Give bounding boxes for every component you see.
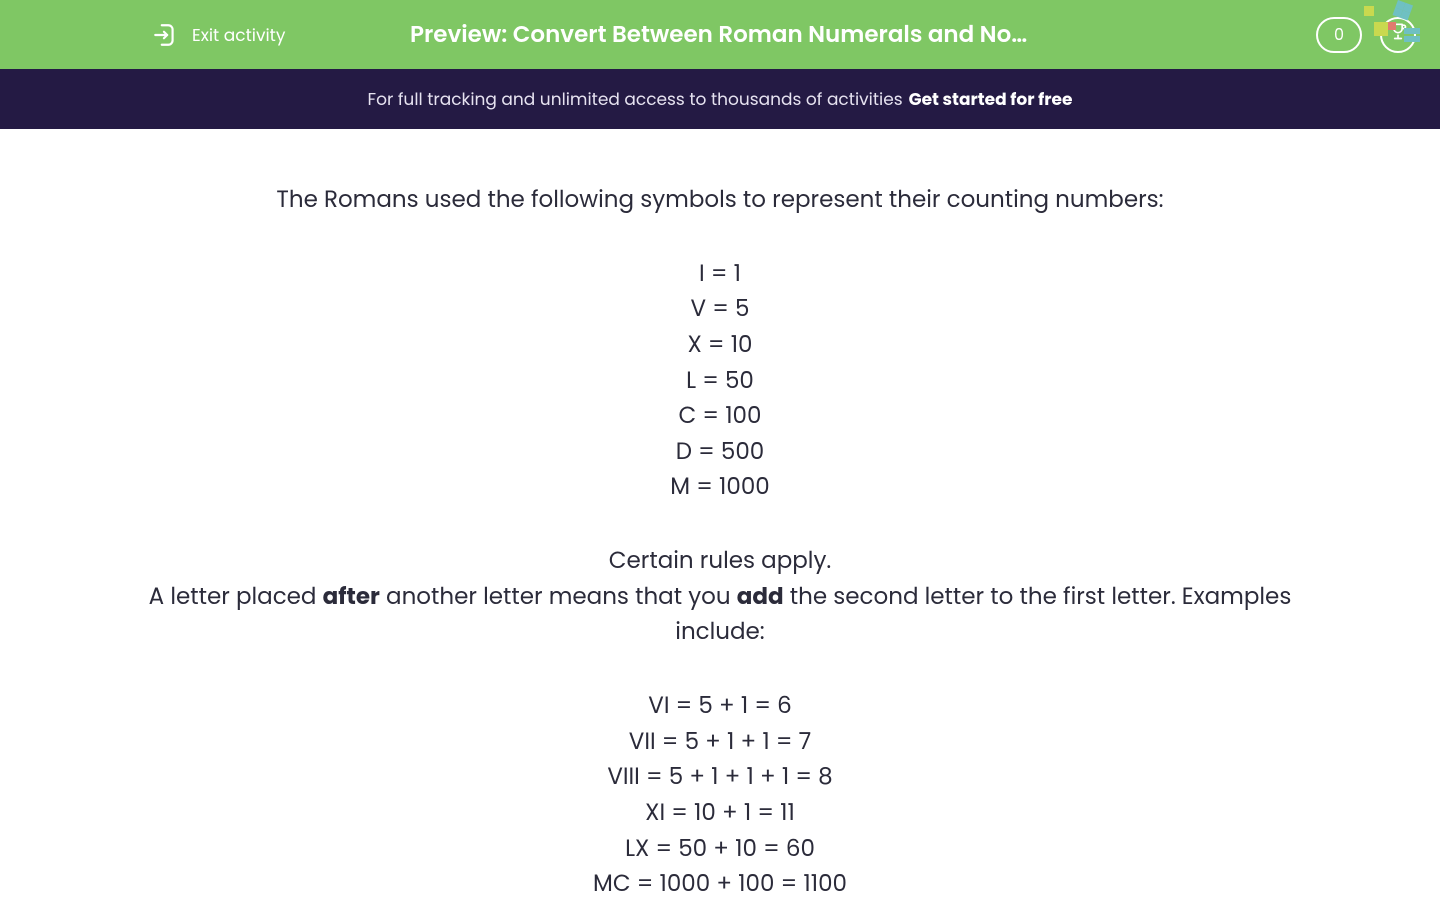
numeral-line: M = 1000 <box>120 470 1320 506</box>
rules-block: Certain rules apply. A letter placed aft… <box>120 544 1320 651</box>
numeral-line: I = 1 <box>120 257 1320 293</box>
score-value: 0 <box>1334 22 1344 47</box>
trophy-icon <box>1388 21 1408 48</box>
numeral-line: V = 5 <box>120 292 1320 328</box>
example-line: MC = 1000 + 100 = 1100 <box>120 867 1320 903</box>
activity-title: Preview: Convert Between Roman Numerals … <box>410 18 1030 52</box>
numeral-symbols-block: I = 1 V = 5 X = 10 L = 50 C = 100 D = 50… <box>120 257 1320 506</box>
activity-content: The Romans used the following symbols to… <box>0 129 1440 903</box>
numeral-line: C = 100 <box>120 399 1320 435</box>
exit-icon <box>152 22 178 48</box>
activity-header: Exit activity Preview: Convert Between R… <box>0 0 1440 69</box>
rule-add-bold-add: add <box>737 581 784 613</box>
examples-block: VI = 5 + 1 = 6 VII = 5 + 1 + 1 = 7 VIII … <box>120 689 1320 903</box>
example-line: VI = 5 + 1 = 6 <box>120 689 1320 725</box>
trophy-button[interactable] <box>1380 17 1416 53</box>
score-badge[interactable]: 0 <box>1316 17 1362 53</box>
example-line: XI = 10 + 1 = 11 <box>120 796 1320 832</box>
header-right-group: 0 <box>1316 17 1416 53</box>
get-started-link[interactable]: Get started for free <box>909 86 1073 112</box>
example-line: VIII = 5 + 1 + 1 + 1 = 8 <box>120 760 1320 796</box>
numeral-line: L = 50 <box>120 364 1320 400</box>
rules-intro: Certain rules apply. <box>120 544 1320 580</box>
exit-label: Exit activity <box>192 22 285 48</box>
numeral-line: D = 500 <box>120 435 1320 471</box>
promo-banner: For full tracking and unlimited access t… <box>0 69 1440 129</box>
rule-add-part2: another letter means that you <box>380 581 737 613</box>
exit-activity-button[interactable]: Exit activity <box>152 22 285 48</box>
banner-text: For full tracking and unlimited access t… <box>368 86 903 112</box>
intro-text: The Romans used the following symbols to… <box>120 183 1320 219</box>
numeral-line: X = 10 <box>120 328 1320 364</box>
example-line: VII = 5 + 1 + 1 = 7 <box>120 725 1320 761</box>
rule-add: A letter placed after another letter mea… <box>120 580 1320 651</box>
example-line: LX = 50 + 10 = 60 <box>120 832 1320 868</box>
rule-add-bold-after: after <box>323 581 380 613</box>
rule-add-part1: A letter placed <box>149 581 323 613</box>
